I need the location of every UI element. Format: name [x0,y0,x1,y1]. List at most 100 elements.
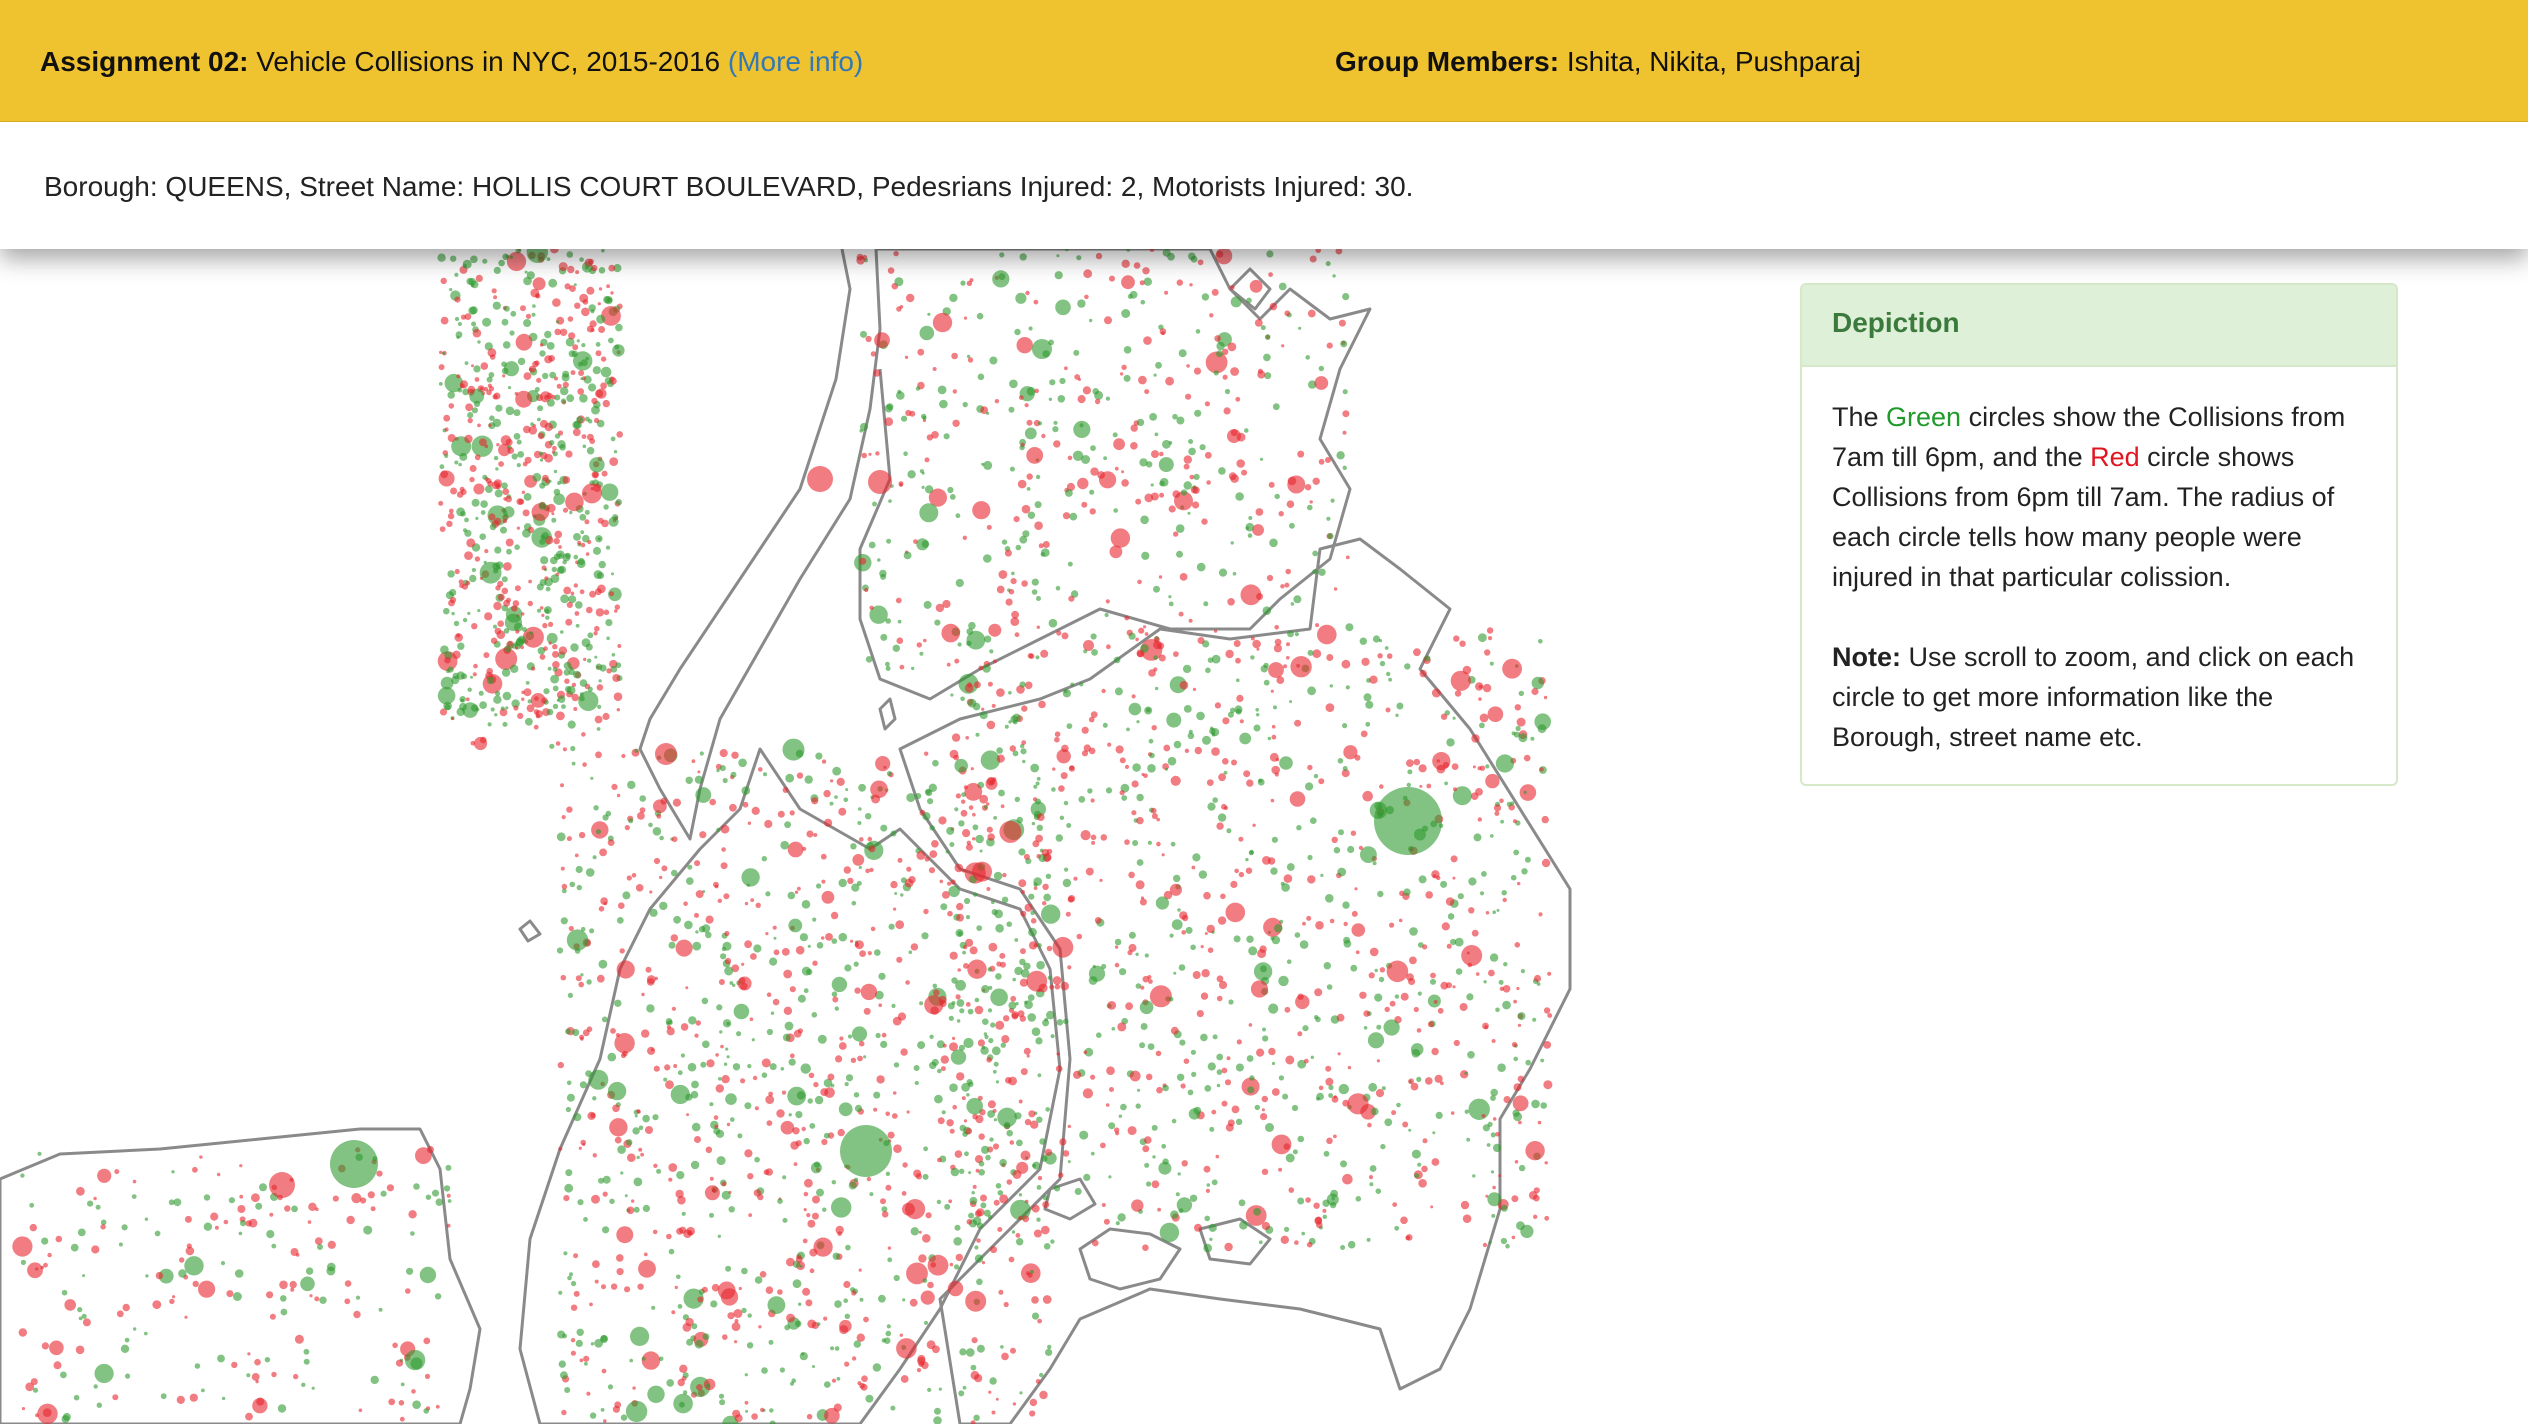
day-collision-circle[interactable] [888,923,895,930]
night-collision-circle[interactable] [49,1340,64,1356]
night-collision-circle[interactable] [926,1340,936,1350]
night-collision-circle[interactable] [683,1229,692,1238]
day-collision-circle[interactable] [770,1011,775,1015]
day-collision-circle[interactable] [594,655,598,659]
day-collision-circle[interactable] [523,319,532,327]
day-collision-circle[interactable] [525,681,530,685]
night-collision-circle[interactable] [1314,376,1329,390]
day-collision-circle[interactable] [1018,1193,1023,1197]
night-collision-circle[interactable] [477,423,481,428]
day-collision-circle[interactable] [718,1077,722,1081]
night-collision-circle[interactable] [1104,316,1112,325]
day-collision-circle[interactable] [716,1156,726,1166]
night-collision-circle[interactable] [820,853,827,860]
night-collision-circle[interactable] [694,1136,701,1143]
day-collision-circle[interactable] [1008,1001,1017,1010]
night-collision-circle[interactable] [1029,1398,1038,1407]
night-collision-circle[interactable] [18,1328,27,1337]
day-collision-circle[interactable] [471,321,477,327]
day-collision-circle[interactable] [1520,969,1525,974]
night-collision-circle[interactable] [830,779,834,783]
day-collision-circle[interactable] [1213,370,1219,376]
night-collision-circle[interactable] [1350,830,1357,836]
night-collision-circle[interactable] [41,1342,50,1350]
night-collision-circle[interactable] [856,256,865,265]
day-collision-circle[interactable] [988,1038,994,1044]
day-collision-circle[interactable] [1525,1059,1531,1066]
night-collision-circle[interactable] [360,1197,367,1204]
night-collision-circle[interactable] [1090,798,1095,803]
day-collision-circle[interactable] [615,662,622,669]
day-collision-circle[interactable] [718,1393,725,1399]
day-collision-circle[interactable] [888,499,892,503]
day-collision-circle[interactable] [556,947,564,954]
day-collision-circle[interactable] [773,936,777,940]
day-collision-circle[interactable] [1330,1189,1338,1198]
night-collision-circle[interactable] [1012,1170,1022,1179]
day-collision-circle[interactable] [868,541,876,549]
night-collision-circle[interactable] [561,1409,567,1416]
day-collision-circle[interactable] [1328,1084,1334,1091]
day-collision-circle[interactable] [685,776,693,784]
night-collision-circle[interactable] [932,367,937,371]
day-collision-circle[interactable] [850,843,857,850]
day-collision-circle[interactable] [656,1168,662,1174]
day-collision-circle[interactable] [301,1382,306,1388]
night-collision-circle[interactable] [1191,865,1196,870]
day-collision-circle[interactable] [557,695,566,703]
day-collision-circle[interactable] [571,1280,577,1287]
day-collision-circle[interactable] [632,1127,640,1135]
night-collision-circle[interactable] [954,658,960,664]
night-collision-circle[interactable] [27,1262,43,1279]
day-collision-circle[interactable] [1049,379,1056,386]
day-collision-circle[interactable] [1247,1086,1255,1094]
night-collision-circle[interactable] [351,1193,362,1204]
day-collision-circle[interactable] [572,1028,580,1037]
day-collision-circle[interactable] [1367,1032,1385,1049]
night-collision-circle[interactable] [878,1003,882,1007]
day-collision-circle[interactable] [633,1206,640,1213]
day-collision-circle[interactable] [972,702,981,711]
day-collision-circle[interactable] [536,583,544,591]
day-collision-circle[interactable] [588,383,597,392]
day-collision-circle[interactable] [1048,397,1053,401]
night-collision-circle[interactable] [1105,599,1110,604]
night-collision-circle[interactable] [860,983,878,1001]
day-collision-circle[interactable] [547,666,552,671]
night-collision-circle[interactable] [1215,1154,1220,1159]
day-collision-circle[interactable] [1031,1027,1041,1036]
day-collision-circle[interactable] [954,1224,961,1231]
night-collision-circle[interactable] [665,1080,674,1090]
day-collision-circle[interactable] [1033,784,1038,789]
night-collision-circle[interactable] [812,1195,820,1204]
night-collision-circle[interactable] [616,1268,624,1276]
day-collision-circle[interactable] [1513,1056,1518,1062]
day-collision-circle[interactable] [1446,738,1455,747]
day-collision-circle[interactable] [1374,968,1378,973]
night-collision-circle[interactable] [460,314,467,320]
night-collision-circle[interactable] [975,1115,984,1124]
day-collision-circle[interactable] [1518,1164,1526,1172]
night-collision-circle[interactable] [679,1364,688,1374]
night-collision-circle[interactable] [1206,924,1215,934]
day-collision-circle[interactable] [514,641,519,647]
day-collision-circle[interactable] [860,330,867,338]
night-collision-circle[interactable] [946,1119,954,1127]
day-collision-circle[interactable] [95,1204,101,1210]
night-collision-circle[interactable] [598,287,603,291]
night-collision-circle[interactable] [1475,972,1480,976]
night-collision-circle[interactable] [986,887,991,891]
day-collision-circle[interactable] [807,1098,813,1104]
day-collision-circle[interactable] [1510,874,1517,881]
day-collision-circle[interactable] [29,1202,35,1208]
night-collision-circle[interactable] [957,968,961,972]
day-collision-circle[interactable] [41,1237,49,1245]
night-collision-circle[interactable] [548,621,554,627]
day-collision-circle[interactable] [1235,1063,1244,1072]
day-collision-circle[interactable] [560,398,567,404]
day-collision-circle[interactable] [598,959,608,969]
day-collision-circle[interactable] [832,766,842,776]
day-collision-circle[interactable] [447,570,455,578]
night-collision-circle[interactable] [483,652,490,659]
night-collision-circle[interactable] [1034,521,1043,530]
